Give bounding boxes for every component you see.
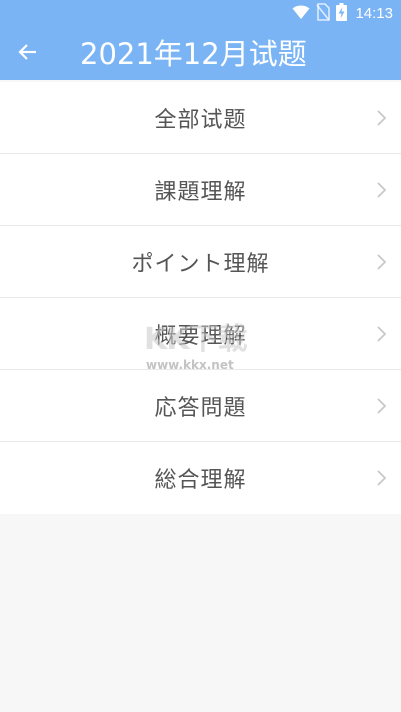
list-item-point-understanding[interactable]: ポイント理解	[0, 226, 401, 298]
list-item-quick-response[interactable]: 応答問題	[0, 370, 401, 442]
chevron-right-icon	[375, 397, 387, 415]
status-icons: 14:13	[292, 3, 393, 25]
arrow-left-icon	[18, 42, 38, 66]
list-item-summary-understanding[interactable]: 概要理解	[0, 298, 401, 370]
app-header: 14:13 2021年12月试题	[0, 0, 401, 80]
chevron-right-icon	[375, 253, 387, 271]
chevron-right-icon	[375, 325, 387, 343]
list-item-label: 全部试题	[154, 107, 247, 133]
no-sim-icon	[316, 3, 331, 25]
list-item-label: 課題理解	[154, 179, 247, 205]
list-item-label: 概要理解	[154, 323, 247, 349]
battery-charging-icon	[336, 3, 348, 25]
list-item-all-questions[interactable]: 全部试题	[0, 82, 401, 154]
back-button[interactable]	[10, 36, 46, 72]
list-item-label: 総合理解	[154, 468, 247, 493]
list-item-label: ポイント理解	[131, 251, 270, 277]
chevron-right-icon	[375, 469, 387, 487]
question-type-list: 全部试题 課題理解 ポイント理解 概要理解 応答問題 総合理解	[0, 82, 401, 514]
status-time: 14:13	[355, 5, 393, 22]
toolbar: 2021年12月试题	[0, 28, 401, 80]
list-item-task-understanding[interactable]: 課題理解	[0, 154, 401, 226]
app-screen: 14:13 2021年12月试题 全部试题 課題理解 ポイント理解 概要理解 応…	[0, 0, 401, 712]
wifi-icon	[292, 4, 310, 24]
list-item-label: 応答問題	[154, 395, 247, 421]
chevron-right-icon	[375, 181, 387, 199]
page-title: 2021年12月试题	[80, 37, 307, 71]
chevron-right-icon	[375, 109, 387, 127]
list-item-integrated-understanding[interactable]: 総合理解	[0, 442, 401, 514]
status-bar: 14:13	[0, 0, 401, 28]
